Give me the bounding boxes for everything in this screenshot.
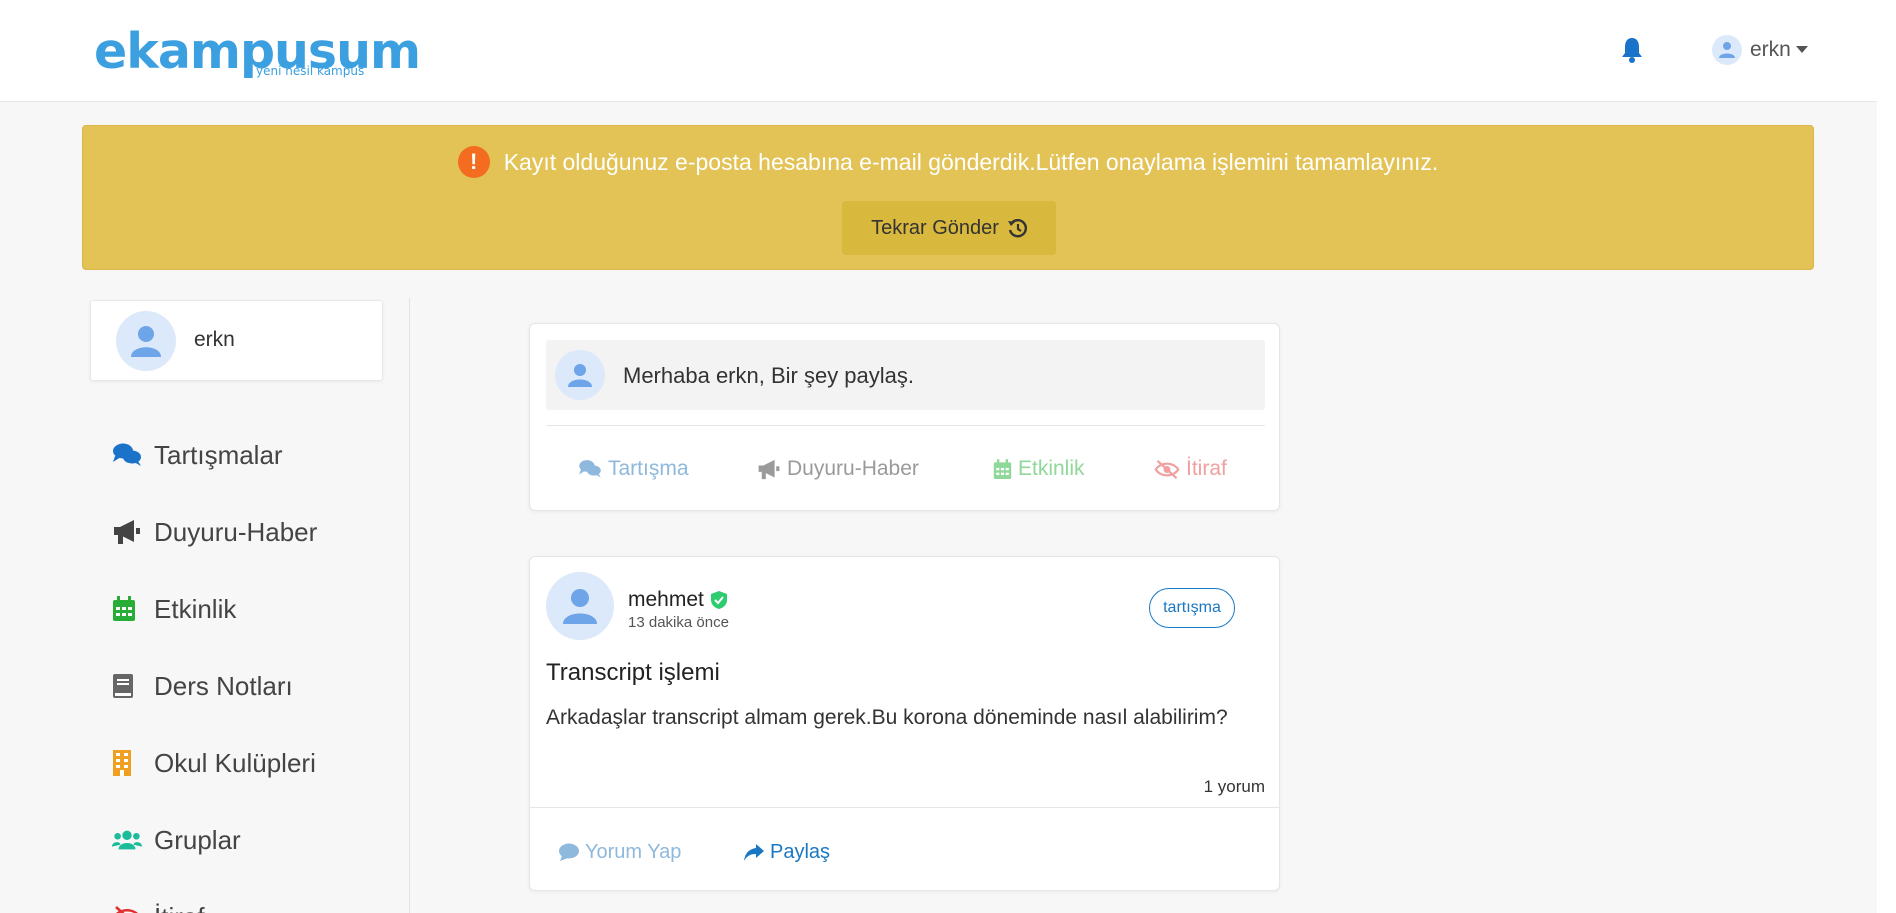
sidebar-item-tartismalar[interactable]: Tartışmalar	[112, 435, 283, 475]
megaphone-icon	[758, 459, 780, 479]
composer-type-label: Tartışma	[608, 457, 689, 480]
composer-type-tartisma[interactable]: Tartışma	[578, 454, 689, 484]
share-button[interactable]: Paylaş	[743, 837, 830, 867]
composer-divider	[546, 425, 1265, 426]
sidebar-item-gruplar[interactable]: Gruplar	[112, 820, 241, 860]
header-username: erkn	[1750, 38, 1791, 61]
sidebar-divider	[409, 298, 410, 913]
profile-avatar-icon	[116, 311, 176, 371]
post-author-avatar-icon[interactable]	[546, 572, 614, 640]
share-icon	[744, 843, 764, 861]
sidebar-item-okul-kulupleri[interactable]: Okul Kulüpleri	[112, 743, 316, 783]
email-verification-alert: ! Kayıt olduğunuz e-posta hesabına e-mai…	[82, 125, 1814, 270]
building-icon	[112, 750, 142, 776]
post-timestamp: 13 dakika önce	[628, 614, 729, 631]
sidebar-item-ders-notlari[interactable]: Ders Notları	[112, 666, 293, 706]
ekampusum-logo[interactable]: ekampusum yeni nesil kampüs	[94, 24, 421, 84]
warning-icon: !	[457, 146, 490, 178]
megaphone-icon	[112, 519, 142, 545]
composer-type-label: İtiraf	[1186, 457, 1227, 480]
post-title[interactable]: Transcript işlemi	[546, 659, 720, 687]
post-author-name: mehmet	[628, 588, 704, 611]
composer-type-etkinlik[interactable]: Etkinlik	[993, 454, 1085, 484]
post-card: mehmet 13 dakika önce tartışma Transcrip…	[529, 556, 1280, 891]
post-category-badge[interactable]: tartışma	[1149, 588, 1235, 628]
user-avatar-icon	[1712, 35, 1742, 65]
alert-message: Kayıt olduğunuz e-posta hesabına e-mail …	[503, 148, 1439, 175]
eye-slash-icon	[1154, 459, 1180, 479]
post-divider	[530, 807, 1279, 808]
sidebar-profile-card[interactable]: erkn	[90, 300, 383, 381]
comment-button[interactable]: Yorum Yap	[558, 837, 681, 867]
comment-count[interactable]: 1 yorum	[1204, 777, 1265, 797]
post-composer: Merhaba erkn, Bir şey paylaş. Tartışma D…	[529, 323, 1280, 511]
sidebar-item-etkinlik[interactable]: Etkinlik	[112, 589, 236, 629]
compose-input[interactable]: Merhaba erkn, Bir şey paylaş.	[546, 340, 1265, 410]
sidebar-item-label: İtiraf	[154, 902, 205, 913]
alert-message-row: ! Kayıt olduğunuz e-posta hesabına e-mai…	[83, 146, 1813, 178]
composer-avatar-icon	[555, 350, 605, 400]
comments-icon	[579, 460, 601, 478]
compose-placeholder: Merhaba erkn, Bir şey paylaş.	[623, 363, 915, 388]
sidebar-item-label: Okul Kulüpleri	[154, 747, 316, 778]
post-author[interactable]: mehmet	[628, 588, 728, 612]
comment-icon	[559, 843, 579, 861]
sidebar-item-label: Tartışmalar	[154, 439, 283, 470]
composer-type-itiraf[interactable]: İtiraf	[1154, 454, 1227, 484]
verified-badge-icon	[710, 591, 727, 609]
resend-button[interactable]: Tekrar Gönder	[842, 201, 1056, 255]
notification-bell-icon[interactable]	[1620, 36, 1644, 64]
logo-tagline: yeni nesil kampüs	[256, 64, 365, 78]
book-icon	[112, 673, 142, 699]
sidebar-item-label: Gruplar	[154, 824, 241, 855]
sidebar-item-duyuru-haber[interactable]: Duyuru-Haber	[112, 512, 317, 552]
comment-button-label: Yorum Yap	[585, 840, 682, 863]
sidebar-item-label: Duyuru-Haber	[154, 516, 318, 547]
composer-type-label: Duyuru-Haber	[787, 457, 919, 480]
window-scrollbar[interactable]	[1877, 0, 1896, 913]
calendar-icon	[112, 596, 142, 622]
composer-type-duyuru-haber[interactable]: Duyuru-Haber	[757, 454, 919, 484]
composer-type-label: Etkinlik	[1018, 457, 1085, 480]
top-navbar: ekampusum yeni nesil kampüs erkn	[0, 0, 1896, 102]
post-body: Arkadaşlar transcript almam gerek.Bu kor…	[546, 706, 1228, 729]
calendar-icon	[993, 458, 1012, 479]
history-icon	[1007, 219, 1027, 238]
caret-down-icon	[1795, 46, 1808, 53]
profile-name: erkn	[194, 328, 235, 351]
users-icon	[112, 828, 142, 852]
share-button-label: Paylaş	[770, 840, 831, 863]
resend-button-label: Tekrar Gönder	[871, 216, 999, 239]
comments-icon	[112, 442, 142, 468]
sidebar-item-itiraf[interactable]: İtiraf	[112, 897, 205, 913]
eye-slash-icon	[112, 905, 142, 913]
sidebar-item-label: Etkinlik	[154, 593, 237, 624]
user-menu-dropdown[interactable]: erkn	[1712, 34, 1808, 66]
sidebar-item-label: Ders Notları	[154, 670, 293, 701]
